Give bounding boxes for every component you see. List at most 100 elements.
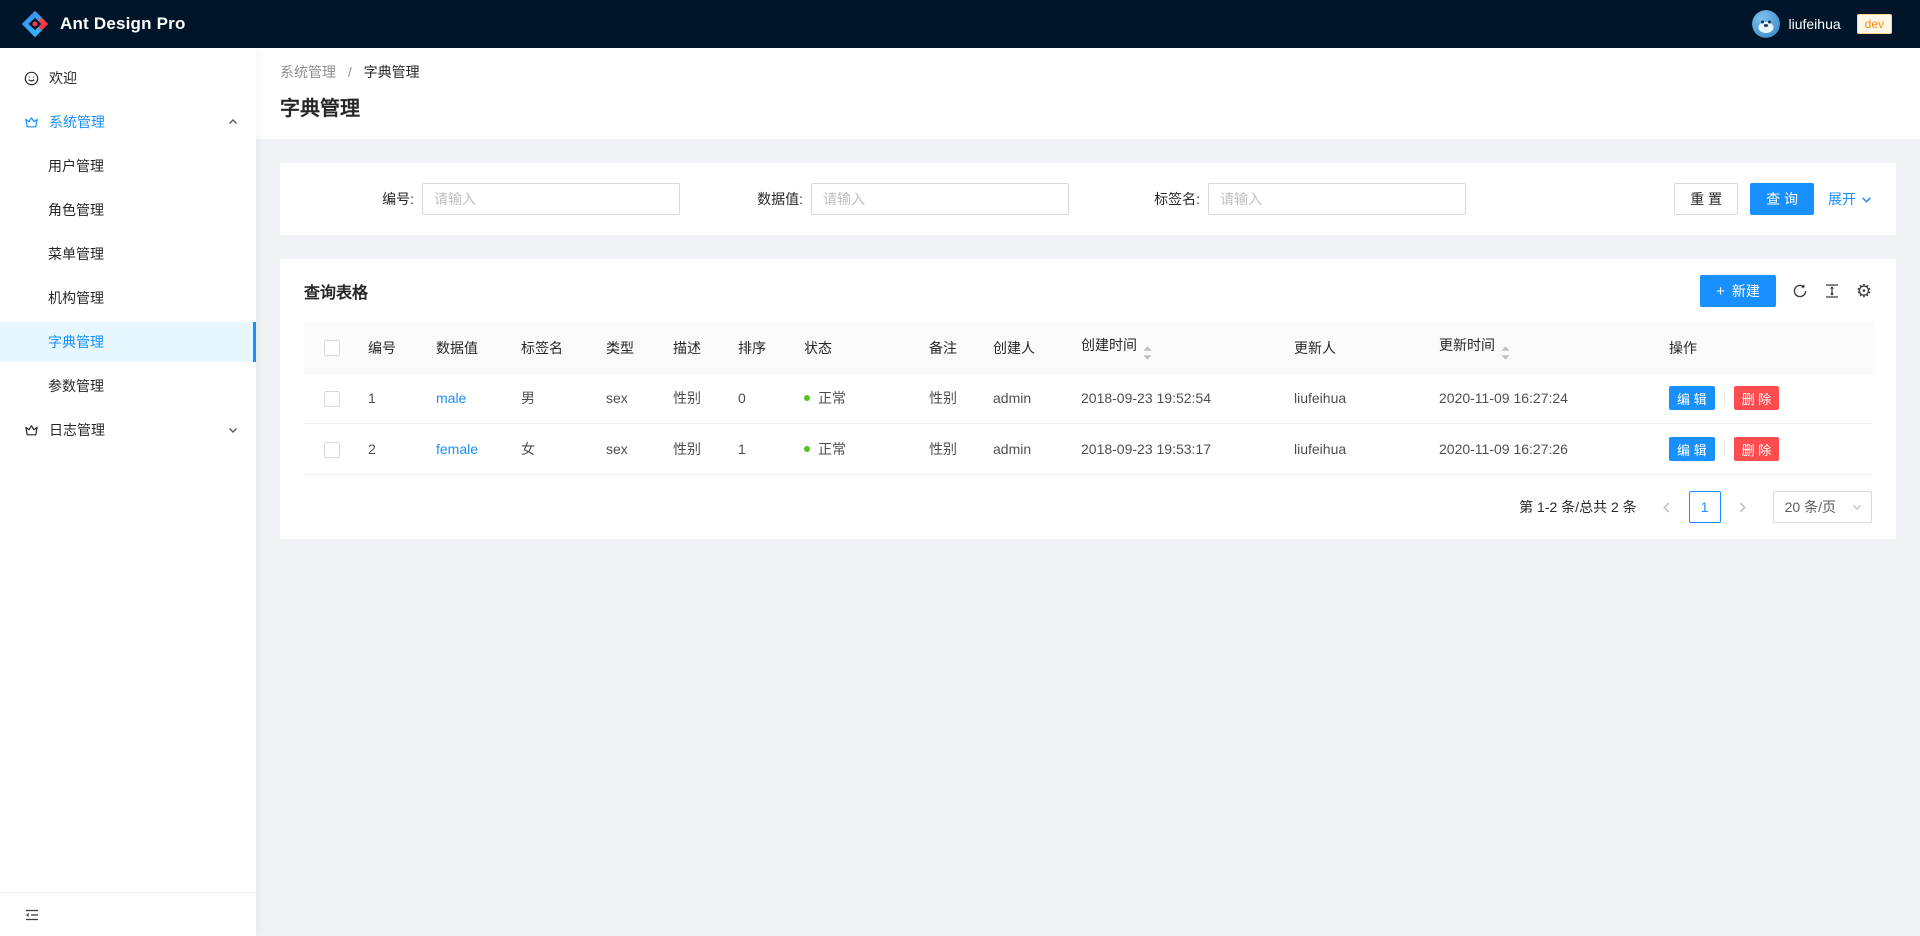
prev-page-icon[interactable] — [1653, 491, 1681, 523]
breadcrumb-parent[interactable]: 系统管理 — [280, 64, 336, 80]
smile-icon — [24, 71, 39, 86]
crown-icon — [24, 423, 39, 438]
next-page-icon[interactable] — [1729, 491, 1757, 523]
reload-icon[interactable] — [1792, 283, 1808, 299]
sidebar-item-label: 欢迎 — [49, 68, 77, 88]
settings-gear-icon[interactable]: ⚙ — [1856, 282, 1872, 300]
sidebar-item-users[interactable]: 用户管理 — [0, 146, 256, 186]
sidebar-item-label: 参数管理 — [48, 376, 104, 396]
username[interactable]: liufeihua — [1788, 16, 1840, 32]
app-header: Ant Design Pro liufeihua dev — [0, 0, 1920, 48]
sidebar-item-label: 字典管理 — [48, 332, 104, 352]
cell-id: 1 — [360, 373, 428, 424]
cell-updater: liufeihua — [1286, 424, 1431, 475]
table-row: 2 female 女 sex 性别 1 正常 性别 admin 2018-09-… — [304, 424, 1873, 475]
cell-id: 2 — [360, 424, 428, 475]
pagination-total: 第 1-2 条/总共 2 条 — [1519, 497, 1636, 517]
chevron-down-icon — [228, 425, 238, 435]
column-header-status: 状态 — [796, 323, 921, 373]
new-button[interactable]: + 新建 — [1700, 275, 1776, 307]
table-row: 1 male 男 sex 性别 0 正常 性别 admin 2018-09-23… — [304, 373, 1873, 424]
delete-button[interactable]: 删 除 — [1734, 437, 1780, 461]
sidebar-item-label: 日志管理 — [49, 420, 105, 440]
status-dot-icon — [804, 446, 810, 452]
column-header-remark: 备注 — [921, 323, 985, 373]
menu-collapse-icon[interactable] — [24, 907, 40, 923]
column-header-id: 编号 — [360, 323, 428, 373]
status-dot-icon — [804, 395, 810, 401]
table-card: 查询表格 + 新建 — [280, 259, 1896, 539]
status-badge: 正常 — [804, 388, 846, 408]
reset-button[interactable]: 重 置 — [1674, 183, 1738, 215]
column-header-actions: 操作 — [1661, 323, 1873, 373]
sidebar-item-label: 机构管理 — [48, 288, 104, 308]
data-table: 编号 数据值 标签名 类型 描述 排序 状态 备注 创建人 创建时间 — [304, 323, 1873, 475]
id-input[interactable] — [422, 183, 680, 215]
breadcrumb-separator: / — [348, 64, 352, 80]
page-size-value: 20 条/页 — [1785, 497, 1836, 517]
cell-updated: 2020-11-09 16:27:26 — [1431, 424, 1661, 475]
page-number[interactable]: 1 — [1689, 491, 1721, 523]
user-avatar[interactable] — [1752, 10, 1780, 38]
cell-type: sex — [598, 373, 665, 424]
cell-remark: 性别 — [921, 373, 985, 424]
page-size-select[interactable]: 20 条/页 — [1773, 491, 1872, 523]
column-header-sort: 排序 — [730, 323, 796, 373]
column-header-created[interactable]: 创建时间 — [1073, 323, 1286, 373]
new-button-label: 新建 — [1732, 281, 1760, 301]
sidebar-item-menus[interactable]: 菜单管理 — [0, 234, 256, 274]
cell-type: sex — [598, 424, 665, 475]
sidebar: 欢迎 系统管理 用户管理 角色管理 菜单管理 机构管理 — [0, 48, 256, 936]
page-content: 编号: 数据值: 标签名: 重 置 查 询 展开 — [256, 139, 1920, 563]
sidebar-item-roles[interactable]: 角色管理 — [0, 190, 256, 230]
sidebar-item-orgs[interactable]: 机构管理 — [0, 278, 256, 318]
edit-button[interactable]: 编 辑 — [1669, 437, 1715, 461]
column-header-updated[interactable]: 更新时间 — [1431, 323, 1661, 373]
sort-carets-icon[interactable] — [1143, 346, 1152, 360]
breadcrumb: 系统管理 / 字典管理 — [280, 62, 1896, 82]
edit-button[interactable]: 编 辑 — [1669, 386, 1715, 410]
column-header-type: 类型 — [598, 323, 665, 373]
action-divider — [1724, 442, 1725, 456]
column-height-icon[interactable] — [1824, 283, 1840, 299]
search-button[interactable]: 查 询 — [1750, 183, 1814, 215]
chevron-down-icon — [1861, 194, 1872, 205]
sidebar-item-dict[interactable]: 字典管理 — [0, 322, 256, 362]
cell-created: 2018-09-23 19:52:54 — [1073, 373, 1286, 424]
sidebar-item-label: 菜单管理 — [48, 244, 104, 264]
table-title: 查询表格 — [304, 279, 368, 303]
sort-carets-icon[interactable] — [1501, 346, 1510, 360]
column-header-desc: 描述 — [665, 323, 730, 373]
header-user-area: liufeihua dev — [1752, 10, 1900, 38]
tag-input[interactable] — [1208, 183, 1466, 215]
value-link[interactable]: female — [436, 441, 478, 457]
select-all-checkbox[interactable] — [324, 340, 340, 356]
delete-button[interactable]: 删 除 — [1734, 386, 1780, 410]
row-checkbox[interactable] — [324, 391, 340, 407]
sidebar-item-label: 用户管理 — [48, 156, 104, 176]
cell-updated: 2020-11-09 16:27:24 — [1431, 373, 1661, 424]
cell-desc: 性别 — [665, 373, 730, 424]
page-title: 字典管理 — [280, 92, 1896, 121]
sidebar-item-params[interactable]: 参数管理 — [0, 366, 256, 406]
value-input[interactable] — [811, 183, 1069, 215]
env-badge: dev — [1857, 14, 1892, 34]
cell-desc: 性别 — [665, 424, 730, 475]
plus-icon: + — [1716, 284, 1725, 299]
data-table-wrap: 编号 数据值 标签名 类型 描述 排序 状态 备注 创建人 创建时间 — [280, 323, 1896, 475]
sidebar-group-logs[interactable]: 日志管理 — [0, 410, 256, 450]
cell-tag: 男 — [513, 373, 598, 424]
expand-link[interactable]: 展开 — [1828, 189, 1872, 209]
filter-actions: 重 置 查 询 展开 — [1674, 183, 1872, 215]
sidebar-group-system[interactable]: 系统管理 — [0, 102, 256, 142]
action-divider — [1724, 391, 1725, 405]
value-link[interactable]: male — [436, 390, 466, 406]
cell-sort: 0 — [730, 373, 796, 424]
cell-updater: liufeihua — [1286, 373, 1431, 424]
row-checkbox[interactable] — [324, 442, 340, 458]
table-toolbar: + 新建 — [1700, 275, 1872, 307]
sidebar-item-welcome[interactable]: 欢迎 — [0, 58, 256, 98]
page-header: 系统管理 / 字典管理 字典管理 — [256, 48, 1920, 139]
app-logo[interactable]: Ant Design Pro — [20, 9, 186, 39]
sidebar-menu: 欢迎 系统管理 用户管理 角色管理 菜单管理 机构管理 — [0, 48, 256, 892]
